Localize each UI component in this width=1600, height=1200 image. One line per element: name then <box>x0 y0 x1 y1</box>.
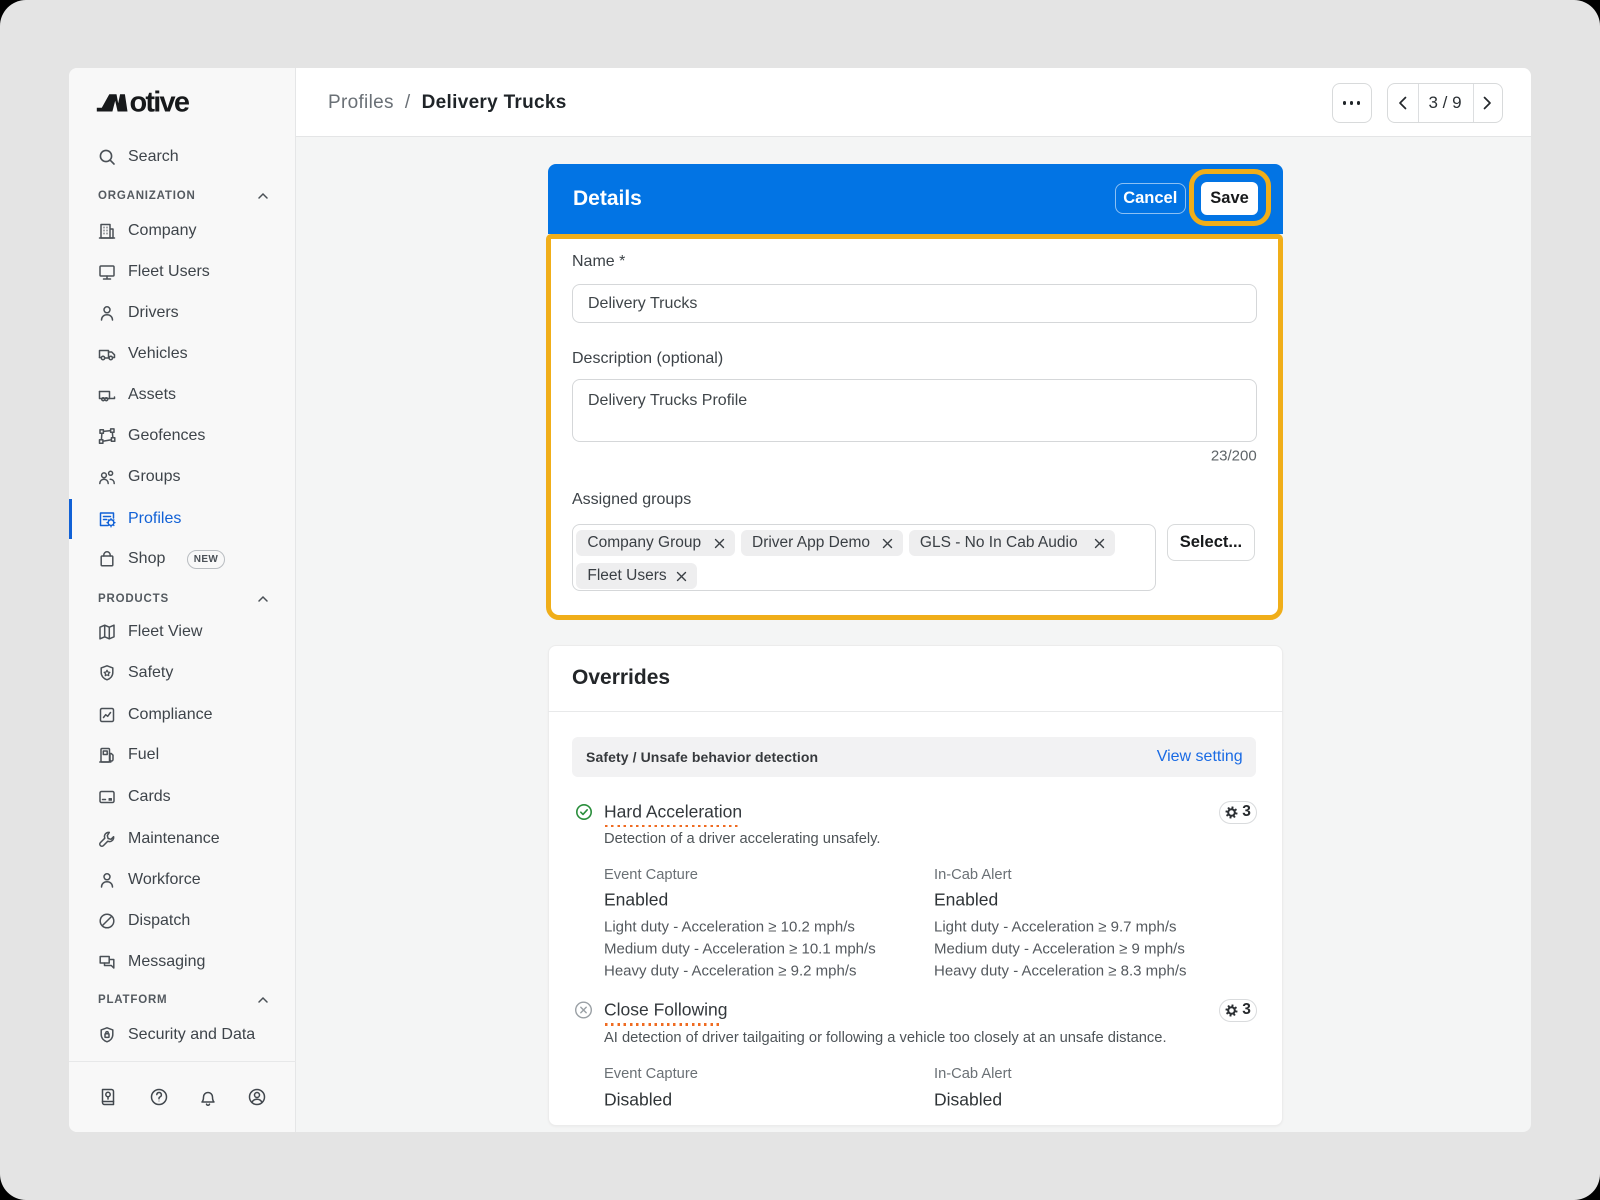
svg-text:otive: otive <box>130 87 190 115</box>
